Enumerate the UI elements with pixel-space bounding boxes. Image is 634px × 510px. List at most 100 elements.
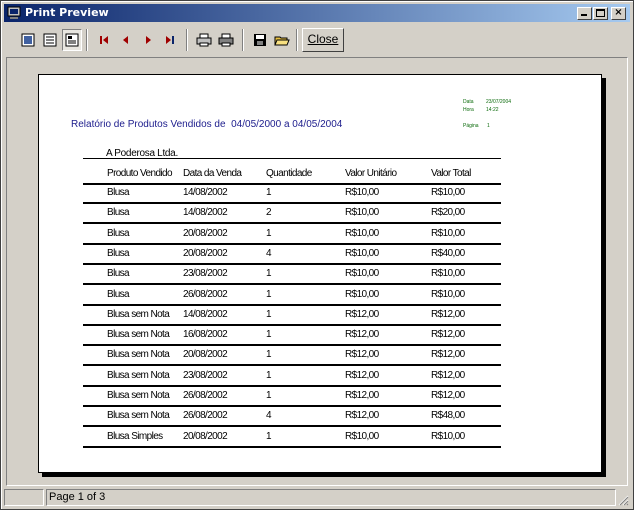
preview-area[interactable]: Relatório de Produtos Vendidos de 04/05/… (6, 57, 628, 486)
total-cell: R$48,00 (431, 410, 465, 421)
quantity-cell: 1 (266, 187, 272, 198)
previous-page-button[interactable] (116, 29, 136, 51)
row-separator (83, 344, 501, 346)
minimize-icon (581, 14, 587, 16)
column-header: Quantidade (266, 168, 312, 179)
date-cell: 14/08/2002 (183, 207, 228, 218)
product-cell: Blusa sem Nota (107, 349, 170, 360)
column-header: Data da Venda (183, 168, 242, 179)
row-separator (83, 222, 501, 224)
row-separator (83, 364, 501, 366)
row-separator (83, 243, 501, 245)
date-cell: 14/08/2002 (183, 309, 228, 320)
last-page-button[interactable] (160, 29, 180, 51)
toolbar-separator (186, 29, 188, 51)
product-cell: Blusa (107, 268, 130, 279)
two-pages-button[interactable] (40, 29, 60, 51)
resize-grip-icon[interactable] (617, 494, 629, 506)
row-separator (83, 304, 501, 306)
unit-price-cell: R$12,00 (345, 370, 379, 381)
unit-price-cell: R$10,00 (345, 228, 379, 239)
total-cell: R$10,00 (431, 187, 465, 198)
next-page-icon (146, 36, 151, 44)
quantity-cell: 1 (266, 390, 272, 401)
report-title-text: Relatório de Produtos Vendidos de (71, 119, 226, 130)
unit-price-cell: R$10,00 (345, 248, 379, 259)
first-page-button[interactable] (94, 29, 114, 51)
unit-price-cell: R$12,00 (345, 410, 379, 421)
quantity-cell: 4 (266, 248, 272, 259)
product-cell: Blusa Simples (107, 431, 163, 442)
title-bar[interactable]: Print Preview × (4, 4, 630, 22)
row-separator (83, 263, 501, 265)
save-icon (254, 34, 266, 46)
unit-price-cell: R$12,00 (345, 309, 379, 320)
total-cell: R$12,00 (431, 309, 465, 320)
quantity-cell: 1 (266, 289, 272, 300)
product-cell: Blusa sem Nota (107, 329, 170, 340)
date-cell: 26/08/2002 (183, 289, 228, 300)
last-page-icon (166, 36, 174, 44)
date-cell: 23/08/2002 (183, 370, 228, 381)
print-button[interactable] (216, 29, 236, 51)
close-button[interactable]: Close (302, 28, 344, 52)
product-cell: Blusa sem Nota (107, 370, 170, 381)
one-page-button[interactable] (18, 29, 38, 51)
toolbar-separator (86, 29, 88, 51)
minimize-button[interactable] (577, 7, 592, 20)
unit-price-cell: R$10,00 (345, 187, 379, 198)
close-button-label: Close (307, 32, 339, 46)
one-page-icon (21, 33, 35, 47)
prev-page-icon (123, 36, 128, 44)
date-cell: 14/08/2002 (183, 187, 228, 198)
row-separator (83, 202, 501, 204)
row-separator (83, 283, 501, 285)
total-cell: R$12,00 (431, 370, 465, 381)
product-cell: Blusa sem Nota (107, 390, 170, 401)
quantity-cell: 1 (266, 309, 272, 320)
meta-time-value: 14:22 (486, 107, 499, 113)
quantity-cell: 2 (266, 207, 272, 218)
total-cell: R$10,00 (431, 268, 465, 279)
total-cell: R$10,00 (431, 431, 465, 442)
print-icon (218, 33, 234, 47)
total-cell: R$10,00 (431, 289, 465, 300)
quantity-cell: 4 (266, 410, 272, 421)
save-button[interactable] (250, 29, 270, 51)
date-cell: 20/08/2002 (183, 228, 228, 239)
unit-price-cell: R$12,00 (345, 329, 379, 340)
next-page-button[interactable] (138, 29, 158, 51)
total-cell: R$10,00 (431, 228, 465, 239)
zoom-page-button[interactable] (62, 29, 82, 51)
row-separator (83, 405, 501, 407)
unit-price-cell: R$12,00 (345, 390, 379, 401)
quantity-cell: 1 (266, 228, 272, 239)
row-separator (83, 425, 501, 427)
row-separator (83, 385, 501, 387)
product-cell: Blusa (107, 248, 130, 259)
open-button[interactable] (272, 29, 292, 51)
maximize-button[interactable] (593, 7, 608, 20)
report-date-range: 04/05/2000 a 04/05/2004 (231, 119, 343, 130)
date-cell: 16/08/2002 (183, 329, 228, 340)
header-underline (83, 183, 501, 185)
first-page-icon (100, 36, 108, 44)
meta-date-value: 23/07/2004 (486, 99, 512, 105)
close-window-button[interactable]: × (611, 7, 626, 20)
toolbar: Close (4, 25, 630, 55)
print-preview-window: Print Preview × Close Relatório de Produ… (0, 0, 634, 510)
column-header: Produto Vendido (107, 168, 173, 179)
date-cell: 20/08/2002 (183, 349, 228, 360)
column-header: Valor Total (431, 168, 471, 179)
product-cell: Blusa sem Nota (107, 410, 170, 421)
unit-price-cell: R$10,00 (345, 207, 379, 218)
date-cell: 20/08/2002 (183, 248, 228, 259)
print-setup-button[interactable] (194, 29, 214, 51)
quantity-cell: 1 (266, 268, 272, 279)
status-bar: Page 1 of 3 (4, 488, 630, 507)
status-pane-empty (4, 489, 44, 506)
row-separator (83, 446, 501, 448)
date-cell: 26/08/2002 (183, 410, 228, 421)
unit-price-cell: R$10,00 (345, 431, 379, 442)
meta-date-label: Data (463, 99, 474, 105)
